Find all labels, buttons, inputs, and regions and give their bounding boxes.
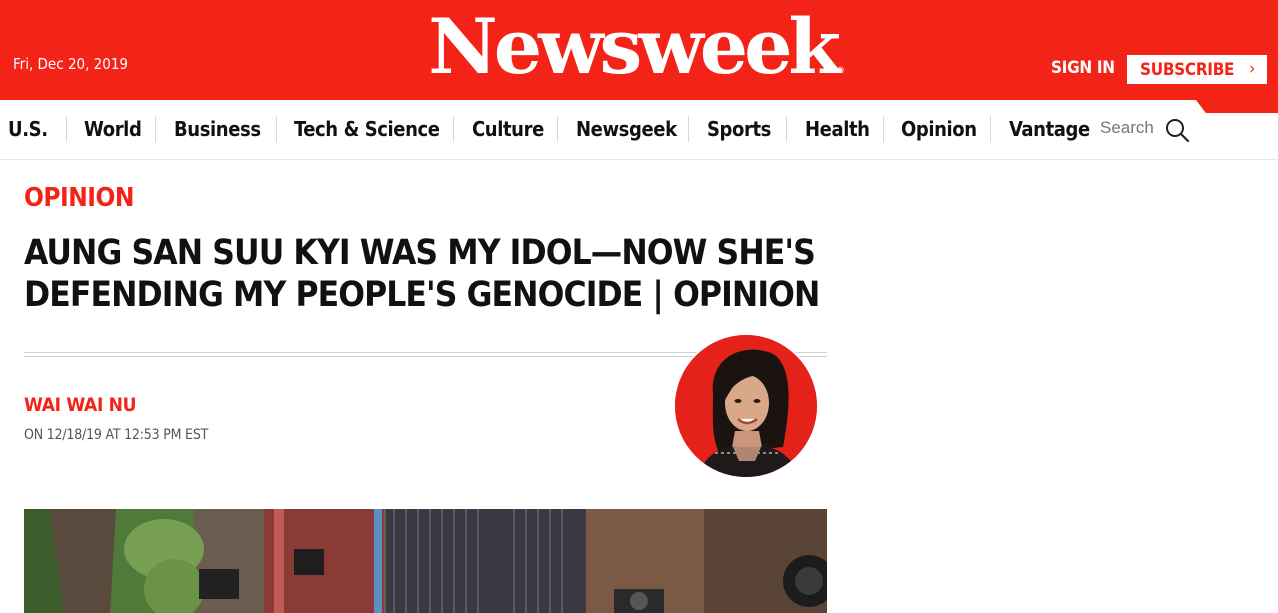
nav-item-health[interactable]: Health (805, 116, 870, 142)
nav-item-culture[interactable]: Culture (472, 116, 544, 142)
nav-divider (155, 116, 156, 142)
author-photo (675, 335, 817, 477)
nav-divider (786, 116, 787, 142)
nav-item-opinion[interactable]: Opinion (901, 116, 977, 142)
hero-photo (24, 509, 827, 613)
newsweek-logo[interactable]: Newsweek® (416, 2, 856, 92)
chevron-right-icon: › (1249, 59, 1255, 79)
headline-line-2: DEFENDING MY PEOPLE'S GENOCIDE | OPINION (24, 275, 820, 315)
author-name[interactable]: WAI WAI NU (24, 394, 137, 416)
subscribe-button[interactable]: SUBSCRIBE › (1127, 55, 1267, 84)
top-header: Fri, Dec 20, 2019 Newsweek® SIGN IN SUBS… (0, 0, 1278, 100)
author-avatar[interactable] (673, 333, 819, 479)
nav-divider (66, 116, 67, 142)
nav-item-vantage[interactable]: Vantage (1009, 116, 1090, 142)
nav-item-sports[interactable]: Sports (707, 116, 771, 142)
section-label[interactable]: OPINION (24, 183, 134, 213)
nav-divider (276, 116, 277, 142)
search-icon[interactable] (1164, 117, 1190, 143)
nav-item-world[interactable]: World (84, 116, 142, 142)
subscribe-label: SUBSCRIBE (1140, 59, 1235, 80)
publish-timestamp: ON 12/18/19 AT 12:53 PM EST (24, 427, 209, 443)
nav-divider (453, 116, 454, 142)
header-date: Fri, Dec 20, 2019 (13, 55, 129, 73)
logo-text: Newsweek (428, 2, 841, 91)
nav-divider (883, 116, 884, 142)
nav-item-tech-science[interactable]: Tech & Science (294, 116, 440, 142)
nav-item-business[interactable]: Business (174, 116, 261, 142)
nav-divider (688, 116, 689, 142)
search-label[interactable]: Search (1100, 118, 1154, 138)
article-headline: AUNG SAN SUU KYI WAS MY IDOL—NOW SHE'S D… (24, 232, 834, 316)
nav-divider (557, 116, 558, 142)
headline-line-1: AUNG SAN SUU KYI WAS MY IDOL—NOW SHE'S (24, 233, 816, 273)
nav-item-us[interactable]: U.S. (8, 116, 48, 142)
nav-item-newsgeek[interactable]: Newsgeek (576, 116, 677, 142)
sign-in-link[interactable]: SIGN IN (1051, 58, 1115, 78)
nav-divider (990, 116, 991, 142)
hero-photo-art (24, 509, 827, 613)
logo-registered-mark: ® (837, 65, 844, 75)
